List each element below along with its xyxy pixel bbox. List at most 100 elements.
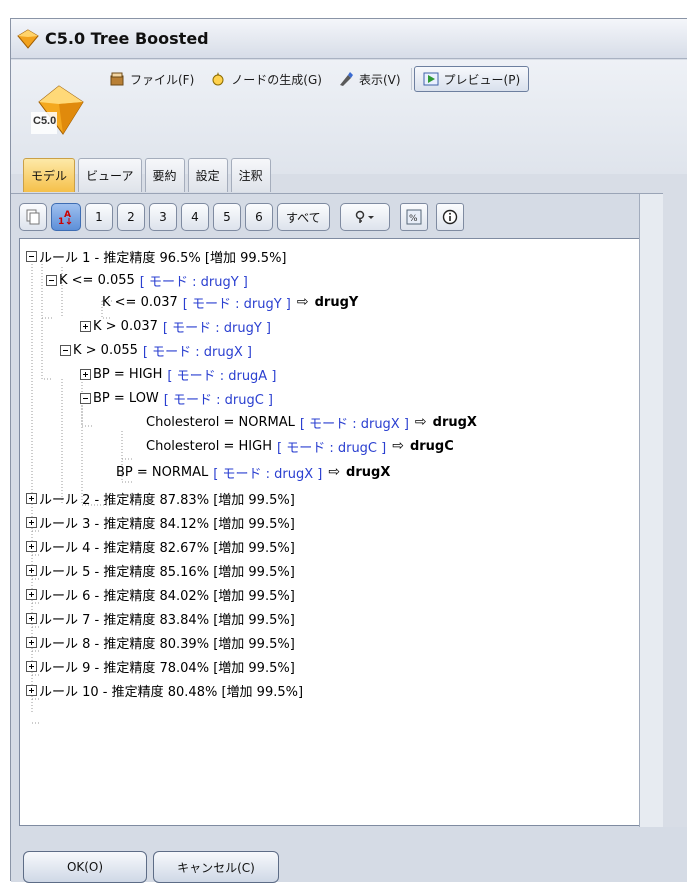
rule-id-button[interactable]: 1 A [51, 203, 81, 231]
expand-icon[interactable] [80, 368, 91, 380]
info-button[interactable] [435, 203, 464, 231]
expand-icon[interactable] [26, 684, 37, 696]
key-dropdown-icon [355, 210, 374, 223]
panel-splitter[interactable] [639, 194, 663, 828]
tab-annotations[interactable]: 注釈 [230, 158, 271, 192]
menu-view[interactable]: 表示(V) [330, 66, 409, 92]
level-6-button[interactable]: 6 [245, 203, 273, 231]
svg-text:A: A [64, 210, 71, 220]
tree-row-bp-low[interactable]: BP = LOW [ モード : drugC ] [80, 387, 273, 409]
tree-row-bp-high[interactable]: BP = HIGH [ モード : drugA ] [80, 363, 276, 385]
tree-row-k-le-0055[interactable]: K <= 0.055 [ モード : drugY ] [46, 269, 248, 291]
tree-row-rule-7[interactable]: ルール 7 - 推定精度 83.84% [増加 99.5%] [26, 607, 295, 629]
expand-icon[interactable] [26, 540, 37, 552]
rule-label: ルール 4 - 推定精度 82.67% [増加 99.5%] [39, 540, 295, 556]
rule-label: ルール 7 - 推定精度 83.84% [増加 99.5%] [39, 612, 295, 628]
tree-row-rule-4[interactable]: ルール 4 - 推定精度 82.67% [増加 99.5%] [26, 535, 295, 557]
level-3-button[interactable]: 3 [149, 203, 177, 231]
condition-label: K > 0.055 [73, 342, 138, 358]
rule-label: ルール 5 - 推定精度 85.16% [増加 99.5%] [39, 564, 295, 580]
level-1-button[interactable]: 1 [85, 203, 113, 231]
percent-button[interactable]: % [399, 203, 428, 231]
view-icon [339, 72, 353, 86]
mode-label: [ モード : drugX ] [213, 466, 323, 482]
collapse-icon[interactable] [26, 250, 37, 262]
svg-text:%: % [409, 214, 418, 224]
expand-icon[interactable] [26, 612, 37, 624]
rule-tree: ルール 1 - 推定精度 96.5% [増加 99.5%] K <= 0.055… [19, 238, 659, 826]
tree-row-rule-9[interactable]: ルール 9 - 推定精度 78.04% [増加 99.5%] [26, 655, 295, 677]
tab-viewer[interactable]: ビューア [78, 158, 142, 192]
rule-label: ルール 2 - 推定精度 87.83% [増加 99.5%] [39, 492, 295, 508]
tree-row-rule-3[interactable]: ルール 3 - 推定精度 84.12% [増加 99.5%] [26, 511, 295, 533]
condition-label: BP = LOW [93, 390, 159, 406]
generate-icon [212, 72, 224, 86]
menu-bar: ファイル(F) ノードの生成(G) 表示(V) プレビュー(P) [101, 64, 530, 94]
tab-settings[interactable]: 設定 [187, 158, 228, 192]
collapse-icon[interactable] [80, 392, 91, 404]
tree-row-rule-6[interactable]: ルール 6 - 推定精度 84.02% [増加 99.5%] [26, 583, 295, 605]
tab-summary[interactable]: 要約 [144, 158, 185, 192]
tab-model[interactable]: モデル [23, 158, 76, 192]
cancel-button[interactable]: キャンセル(C) [153, 851, 279, 883]
condition-label: K <= 0.037 [102, 294, 178, 310]
level-2-button[interactable]: 2 [117, 203, 145, 231]
tree-row-rule-8[interactable]: ルール 8 - 推定精度 80.39% [増加 99.5%] [26, 631, 295, 653]
rule-label: ルール 3 - 推定精度 84.12% [増加 99.5%] [39, 516, 295, 532]
info-icon [442, 209, 457, 225]
tree-row-rule-5[interactable]: ルール 5 - 推定精度 85.16% [増加 99.5%] [26, 559, 295, 581]
menu-preview-label: プレビュー(P) [443, 72, 521, 87]
expand-icon[interactable] [26, 492, 37, 504]
options-dropdown-button[interactable] [339, 203, 390, 231]
condition-label: K > 0.037 [93, 318, 158, 334]
tree-row-chol-high[interactable]: Cholesterol = HIGH [ モード : drugC ] ⇨ dru… [146, 435, 454, 457]
menu-generate[interactable]: ノードの生成(G) [202, 66, 330, 92]
tree-row-k-le-0037[interactable]: K <= 0.037 [ モード : drugY ] ⇨ drugY [102, 291, 358, 313]
expand-all-button[interactable]: すべて [277, 203, 330, 231]
tree-row-chol-normal[interactable]: Cholesterol = NORMAL [ モード : drugX ] ⇨ d… [146, 411, 477, 433]
file-icon [110, 72, 124, 86]
rule-1-label: ルール 1 - 推定精度 96.5% [増加 99.5%] [39, 250, 287, 266]
tree-row-k-gt-0055[interactable]: K > 0.055 [ モード : drugX ] [60, 339, 252, 361]
tree-row-bp-normal[interactable]: BP = NORMAL [ モード : drugX ] ⇨ drugX [116, 461, 390, 483]
expand-icon[interactable] [26, 516, 37, 528]
ok-button[interactable]: OK(O) [23, 851, 147, 883]
menu-preview[interactable]: プレビュー(P) [413, 66, 530, 92]
expand-icon[interactable] [26, 636, 37, 648]
copy-icon [26, 209, 40, 225]
collapse-icon[interactable] [46, 274, 57, 286]
mode-label: [ モード : drugX ] [299, 416, 409, 432]
tree-row-k-gt-0037[interactable]: K > 0.037 [ モード : drugY ] [80, 315, 271, 337]
menu-file[interactable]: ファイル(F) [101, 66, 202, 92]
result-label: drugX [346, 464, 391, 480]
condition-label: BP = NORMAL [116, 464, 209, 480]
expand-icon[interactable] [26, 660, 37, 672]
model-panel: 1 A 1 2 3 4 5 6 すべて % ルール 1 - 推定精度 96.5%… [11, 193, 663, 828]
result-label: drugY [314, 294, 359, 310]
c50-label: C5.0 [33, 115, 56, 127]
rule-id-icon: 1 A [58, 210, 72, 226]
mode-label: [ モード : drugY ] [182, 296, 291, 312]
preview-icon [423, 72, 439, 86]
copy-button[interactable] [19, 203, 47, 231]
condition-label: K <= 0.055 [59, 272, 135, 288]
dialog-window: C5.0 Tree Boosted C5.0 ファイル(F) ノードの生成(G)… [10, 18, 687, 883]
mode-label: [ モード : drugY ] [139, 274, 248, 290]
menu-separator [410, 68, 412, 90]
model-nugget-icon [17, 28, 39, 50]
tree-row-rule-10[interactable]: ルール 10 - 推定精度 80.48% [増加 99.5%] [26, 679, 303, 701]
expand-icon[interactable] [80, 320, 91, 332]
tree-row-rule-1[interactable]: ルール 1 - 推定精度 96.5% [増加 99.5%] [26, 245, 287, 267]
level-4-button[interactable]: 4 [181, 203, 209, 231]
tab-bar: モデル ビューア 要約 設定 注釈 [23, 158, 274, 192]
collapse-icon[interactable] [60, 344, 71, 356]
mode-label: [ モード : drugC ] [163, 392, 273, 408]
mode-label: [ モード : drugX ] [142, 344, 252, 360]
window-title: C5.0 Tree Boosted [45, 29, 209, 48]
expand-icon[interactable] [26, 588, 37, 600]
result-arrow-icon: ⇨ [414, 414, 427, 430]
expand-icon[interactable] [26, 564, 37, 576]
level-5-button[interactable]: 5 [213, 203, 241, 231]
mode-label: [ モード : drugA ] [167, 368, 277, 384]
tree-row-rule-2[interactable]: ルール 2 - 推定精度 87.83% [増加 99.5%] [26, 487, 295, 509]
